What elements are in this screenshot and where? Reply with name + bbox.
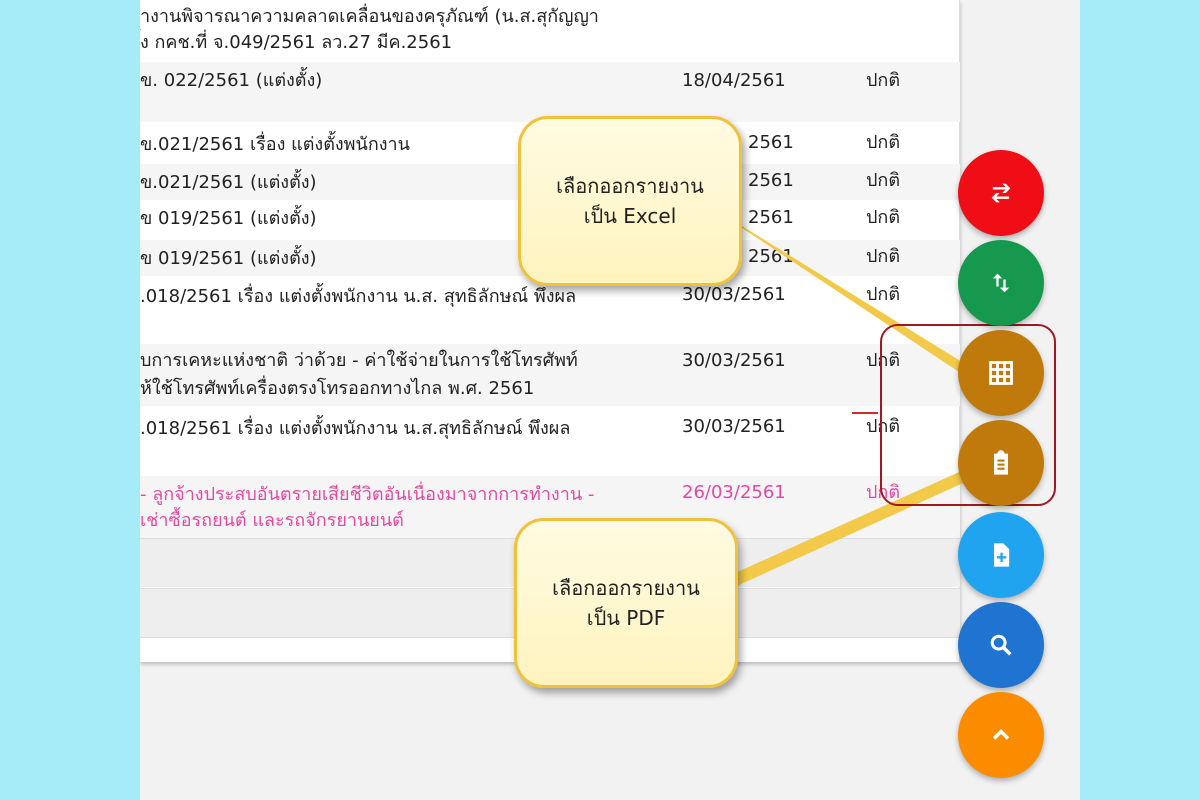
add-file-button[interactable] <box>958 512 1044 598</box>
sort-button[interactable] <box>958 240 1044 326</box>
callout-line2: เป็น PDF <box>586 606 666 630</box>
swap-button[interactable] <box>958 150 1044 236</box>
sort-icon <box>992 273 1010 293</box>
pdf-callout: เลือกออกรายงาน เป็น PDF <box>514 518 738 688</box>
file-add-icon <box>994 543 1010 567</box>
grid-icon <box>989 361 1013 385</box>
swap-icon <box>991 183 1011 203</box>
search-icon <box>990 634 1012 656</box>
chevron-up-icon <box>992 729 1010 740</box>
export-excel-button[interactable] <box>958 330 1044 416</box>
callout-line1: เลือกออกรายงาน <box>552 576 700 600</box>
red-marker <box>852 412 878 414</box>
search-button[interactable] <box>958 602 1044 688</box>
scroll-top-button[interactable] <box>958 692 1044 778</box>
export-pdf-button[interactable] <box>958 420 1044 506</box>
clipboard-icon <box>994 450 1008 475</box>
excel-callout: เลือกออกรายงาน เป็น Excel <box>518 116 742 286</box>
callout-line2: เป็น Excel <box>583 204 677 228</box>
callout-line1: เลือกออกรายงาน <box>556 174 704 198</box>
